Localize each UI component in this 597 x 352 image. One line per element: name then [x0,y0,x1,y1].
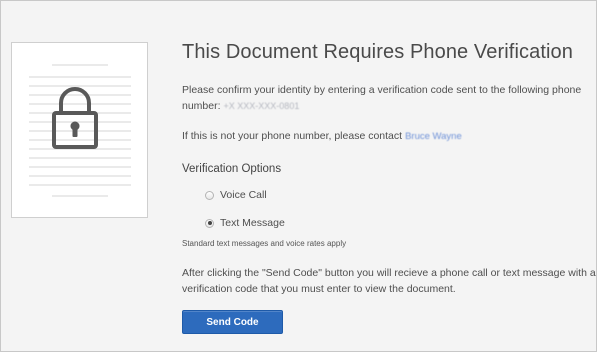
phone-number: +X XXX-XXX-0801 [223,101,300,111]
text-message-label: Text Message [220,217,285,229]
verification-panel: This Document Requires Phone Verificatio… [0,0,597,352]
voice-call-option[interactable]: Voice Call [205,189,267,201]
rates-note: Standard text messages and voice rates a… [182,239,347,248]
voice-call-label: Voice Call [220,189,267,201]
page-title: This Document Requires Phone Verificatio… [182,41,573,63]
radio-checked-icon[interactable] [205,218,214,228]
radio-unchecked-icon[interactable] [205,190,214,200]
verification-options-title: Verification Options [182,163,282,175]
contact-label: If this is not your phone number, please… [182,130,403,142]
instructions-text: After clicking the "Send Code" button yo… [182,267,596,295]
confirm-identity-text: Please confirm your identity by entering… [182,82,597,114]
contact-link[interactable]: Bruce Wayne [405,131,462,142]
send-code-button[interactable]: Send Code [182,310,283,334]
lock-icon [52,87,98,149]
text-message-option[interactable]: Text Message [205,217,285,229]
verification-content: This Document Requires Phone Verificatio… [182,39,596,334]
contact-text: If this is not your phone number, please… [182,128,462,145]
